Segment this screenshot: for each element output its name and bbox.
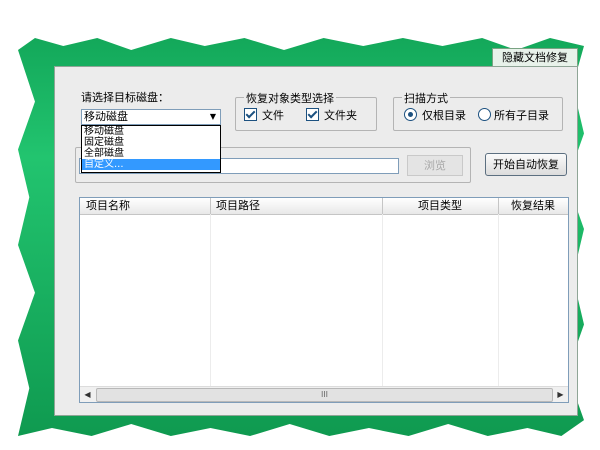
column-header-item-name[interactable]: 项目名称 — [80, 198, 211, 214]
results-table-header: 项目名称 项目路径 项目类型 恢复结果 — [80, 198, 568, 215]
root-only-radio[interactable] — [404, 108, 417, 121]
object-type-group: 恢复对象类型选择 文件 文件夹 — [235, 90, 377, 131]
start-auto-recovery-button[interactable]: 开始自动恢复 — [485, 153, 567, 176]
dropdown-option-custom[interactable]: 自定义... — [82, 159, 220, 170]
dropdown-option-fixed[interactable]: 固定磁盘 — [82, 137, 220, 148]
file-checkbox[interactable] — [244, 108, 257, 121]
scrollbar-thumb[interactable]: III — [96, 388, 553, 402]
dropdown-option-removable[interactable]: 移动磁盘 — [82, 126, 220, 137]
scroll-right-icon[interactable]: ▶ — [553, 387, 568, 402]
root-only-radio-label: 仅根目录 — [422, 109, 466, 122]
scroll-left-icon[interactable]: ◀ — [80, 387, 95, 402]
target-disk-label: 请选择目标磁盘： — [81, 91, 169, 104]
column-divider — [382, 214, 383, 386]
window-title-tab: 隐藏文档修复 — [492, 48, 578, 67]
scan-mode-group-title: 扫描方式 — [402, 90, 450, 106]
folder-checkbox-label: 文件夹 — [324, 109, 357, 122]
column-header-recovery-result[interactable]: 恢复结果 — [498, 198, 568, 214]
app-window: 请选择目标磁盘： 移动磁盘 ▼ 移动磁盘 固定磁盘 全部磁盘 自定义... 恢复… — [54, 66, 578, 416]
file-checkbox-label: 文件 — [262, 109, 284, 122]
column-header-item-type[interactable]: 项目类型 — [382, 198, 499, 214]
scan-mode-group: 扫描方式 仅根目录 所有子目录 — [393, 90, 563, 131]
column-header-item-path[interactable]: 项目路径 — [210, 198, 383, 214]
object-type-group-title: 恢复对象类型选择 — [244, 90, 336, 106]
horizontal-scrollbar[interactable]: ◀ III ▶ — [80, 386, 568, 402]
all-subdirs-radio-label: 所有子目录 — [494, 109, 549, 122]
chevron-down-icon[interactable]: ▼ — [207, 110, 219, 124]
folder-checkbox[interactable] — [306, 108, 319, 121]
target-disk-dropdown-list: 移动磁盘 固定磁盘 全部磁盘 自定义... — [81, 125, 221, 173]
column-divider — [210, 214, 211, 386]
column-divider — [498, 214, 499, 386]
browse-button[interactable]: 浏览 — [407, 155, 463, 176]
all-subdirs-radio[interactable] — [478, 108, 491, 121]
target-disk-selected-value: 移动磁盘 — [84, 110, 128, 123]
dropdown-option-all[interactable]: 全部磁盘 — [82, 148, 220, 159]
target-disk-select[interactable]: 移动磁盘 ▼ — [81, 109, 221, 125]
results-table: 项目名称 项目路径 项目类型 恢复结果 ◀ III ▶ — [79, 197, 569, 403]
